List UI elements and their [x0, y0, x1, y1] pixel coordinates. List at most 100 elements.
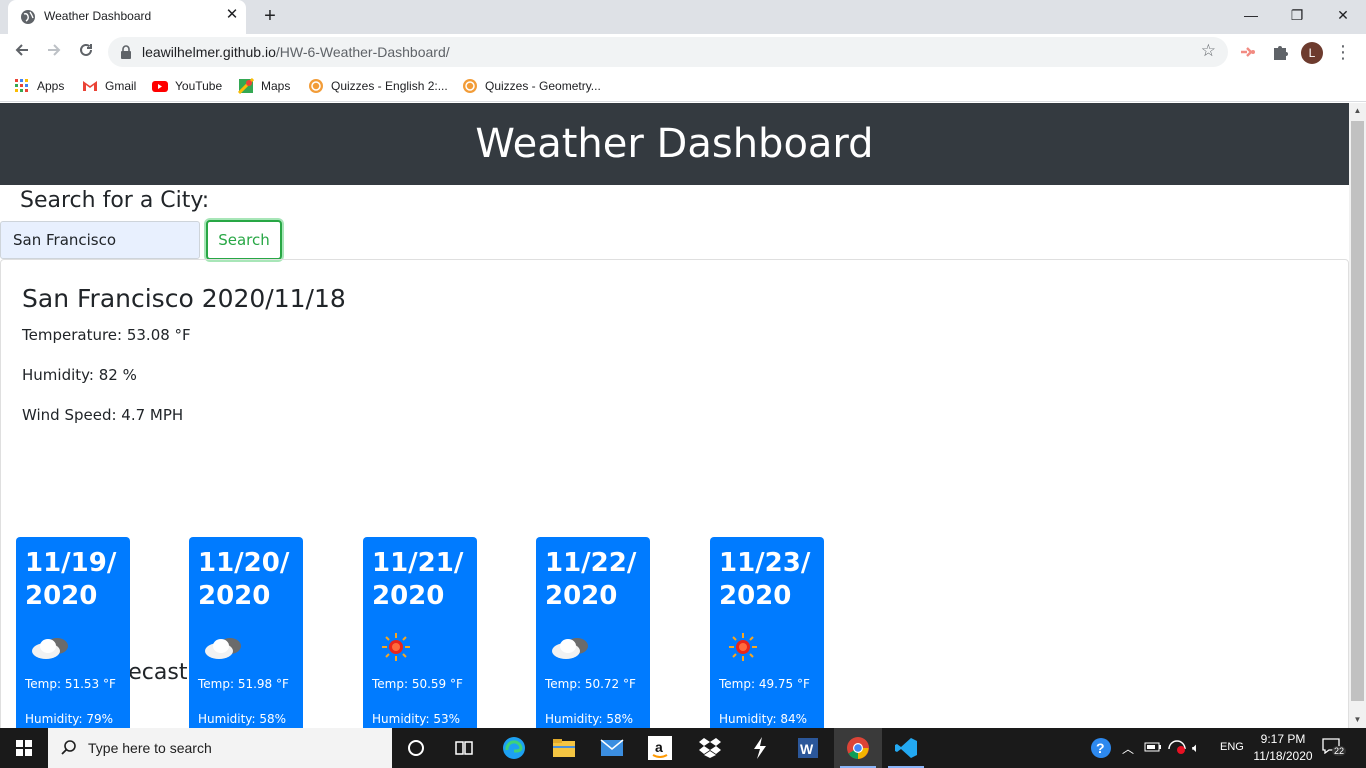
- edge-icon: [503, 737, 525, 759]
- notification-center-button[interactable]: 22: [1322, 738, 1348, 758]
- forecast-date: 11/23/2020: [719, 548, 811, 611]
- city-date-heading: San Francisco 2020/11/18: [22, 284, 346, 313]
- task-view-icon: [455, 741, 473, 755]
- forecast-temp: Temp: 51.53 °F: [25, 677, 116, 691]
- page-content: Weather Dashboard Search for a City: Sea…: [0, 103, 1349, 728]
- quizizz-icon: [463, 79, 477, 93]
- back-button[interactable]: [8, 38, 36, 66]
- wind-speed-text: Wind Speed: 4.7 MPH: [22, 406, 184, 424]
- vscode-app[interactable]: [882, 728, 930, 768]
- close-tab-icon[interactable]: ✕: [222, 5, 242, 25]
- tab-strip: Weather Dashboard ✕ + — ❐ ✕: [0, 0, 1366, 34]
- reload-icon: [80, 43, 92, 56]
- bookmark-youtube[interactable]: YouTube: [152, 76, 222, 96]
- extension-icon[interactable]: [1238, 42, 1258, 62]
- chrome-menu-icon[interactable]: ⋮: [1334, 40, 1352, 64]
- scroll-up-arrow-icon[interactable]: ▲: [1349, 103, 1366, 119]
- clock-time: 9:17 PM: [1260, 732, 1306, 746]
- globe-icon: [21, 10, 35, 24]
- forecast-card: 11/22/2020 Temp: 50.72 °F Humidity: 58%: [536, 537, 650, 728]
- forecast-card: 11/21/2020 Temp: 50.59 °F Humidity: 53%: [363, 537, 477, 728]
- bookmark-star-icon[interactable]: ☆: [1201, 41, 1216, 61]
- url-path: /HW-6-Weather-Dashboard/: [275, 44, 450, 60]
- taskbar-search-placeholder: Type here to search: [88, 740, 212, 756]
- temperature-text: Temperature: 53.08 °F: [22, 326, 191, 344]
- amazon-app[interactable]: a: [636, 728, 684, 768]
- page-scrollbar[interactable]: ▲ ▼: [1349, 103, 1366, 728]
- mail-app[interactable]: [588, 728, 636, 768]
- forecast-date: 11/21/2020: [372, 548, 464, 611]
- vscode-icon: [895, 738, 917, 758]
- cloudy-icon: [552, 638, 588, 659]
- scroll-thumb[interactable]: [1351, 121, 1364, 701]
- flash-app[interactable]: [736, 728, 784, 768]
- word-app[interactable]: W: [784, 728, 832, 768]
- bookmark-maps[interactable]: Maps: [238, 76, 290, 96]
- start-button[interactable]: [0, 728, 48, 768]
- scroll-down-arrow-icon[interactable]: ▼: [1349, 712, 1366, 728]
- quizizz-icon: [309, 79, 323, 93]
- page-header: Weather Dashboard: [0, 103, 1349, 185]
- svg-text:a: a: [655, 739, 663, 755]
- bookmark-label: YouTube: [175, 79, 223, 93]
- forecast-temp: Temp: 51.98 °F: [198, 677, 289, 691]
- address-bar[interactable]: leawilhelmer.github.io/HW-6-Weather-Dash…: [108, 37, 1228, 67]
- dropbox-app[interactable]: [686, 728, 734, 768]
- amazon-icon: a: [648, 736, 672, 760]
- windows-logo-icon: [16, 740, 32, 756]
- bookmark-apps[interactable]: Apps: [14, 76, 64, 96]
- language-indicator[interactable]: ENG: [1220, 741, 1244, 753]
- bookmarks-bar: Apps Gmail YouTube Maps Quizzes - Englis…: [0, 70, 1366, 102]
- forecast-temp: Temp: 50.72 °F: [545, 677, 636, 691]
- forecast-humidity: Humidity: 53%: [372, 712, 461, 726]
- network-icon[interactable]: [1168, 739, 1186, 755]
- forecast-humidity: Humidity: 84%: [719, 712, 808, 726]
- youtube-icon: [152, 81, 168, 92]
- forecast-temp: Temp: 50.59 °F: [372, 677, 463, 691]
- close-window-button[interactable]: ✕: [1320, 0, 1366, 30]
- chevron-up-icon[interactable]: ︿: [1122, 740, 1134, 757]
- bookmark-quizzes-english[interactable]: Quizzes - English 2:...: [308, 76, 448, 96]
- profile-avatar[interactable]: L: [1301, 42, 1323, 64]
- cortana-button[interactable]: [392, 728, 440, 768]
- chrome-app[interactable]: [834, 728, 882, 768]
- cloudy-icon: [205, 638, 241, 659]
- reload-button[interactable]: [72, 38, 100, 66]
- folder-icon: [553, 739, 575, 757]
- forecast-humidity: Humidity: 79%: [25, 712, 114, 726]
- sun-icon: [382, 633, 410, 661]
- forward-arrow-icon: [48, 44, 61, 56]
- city-search-input[interactable]: [0, 221, 200, 259]
- volume-icon[interactable]: 🔈︎: [1192, 740, 1200, 756]
- forecast-date: 11/20/2020: [198, 548, 290, 611]
- new-tab-button[interactable]: +: [258, 5, 282, 29]
- page-title: Weather Dashboard: [475, 121, 874, 167]
- bookmark-quizzes-geometry[interactable]: Quizzes - Geometry...: [462, 76, 601, 96]
- forecast-humidity: Humidity: 58%: [545, 712, 634, 726]
- bookmark-label: Apps: [37, 79, 65, 93]
- task-view-button[interactable]: [440, 728, 488, 768]
- forecast-card: 11/19/2020 Temp: 51.53 °F Humidity: 79%: [16, 537, 130, 728]
- windows-taskbar: Type here to search a W ? ︿ 🔈︎ ENG 9:17 …: [0, 728, 1366, 768]
- help-icon[interactable]: ?: [1090, 737, 1112, 759]
- chrome-icon: [847, 737, 869, 759]
- forecast-humidity: Humidity: 58%: [198, 712, 287, 726]
- browser-toolbar: leawilhelmer.github.io/HW-6-Weather-Dash…: [0, 34, 1366, 70]
- search-label: Search for a City:: [20, 188, 210, 213]
- forecast-date: 11/22/2020: [545, 548, 637, 611]
- forward-button[interactable]: [40, 38, 68, 66]
- tab-title: Weather Dashboard: [44, 9, 152, 23]
- restore-window-button[interactable]: ❐: [1274, 0, 1320, 30]
- puzzle-extensions-icon[interactable]: [1270, 42, 1290, 62]
- edge-app[interactable]: [490, 728, 538, 768]
- system-clock[interactable]: 9:17 PM 11/18/2020: [1252, 731, 1314, 765]
- search-button[interactable]: Search: [206, 220, 282, 260]
- search-icon: [61, 740, 76, 755]
- taskbar-search-box[interactable]: Type here to search: [48, 728, 392, 768]
- minimize-window-button[interactable]: —: [1228, 0, 1274, 30]
- tab-weather-dashboard[interactable]: Weather Dashboard ✕: [8, 0, 246, 34]
- gmail-icon: [83, 81, 97, 91]
- battery-icon[interactable]: [1144, 741, 1162, 753]
- bookmark-gmail[interactable]: Gmail: [82, 76, 136, 96]
- file-explorer-app[interactable]: [540, 728, 588, 768]
